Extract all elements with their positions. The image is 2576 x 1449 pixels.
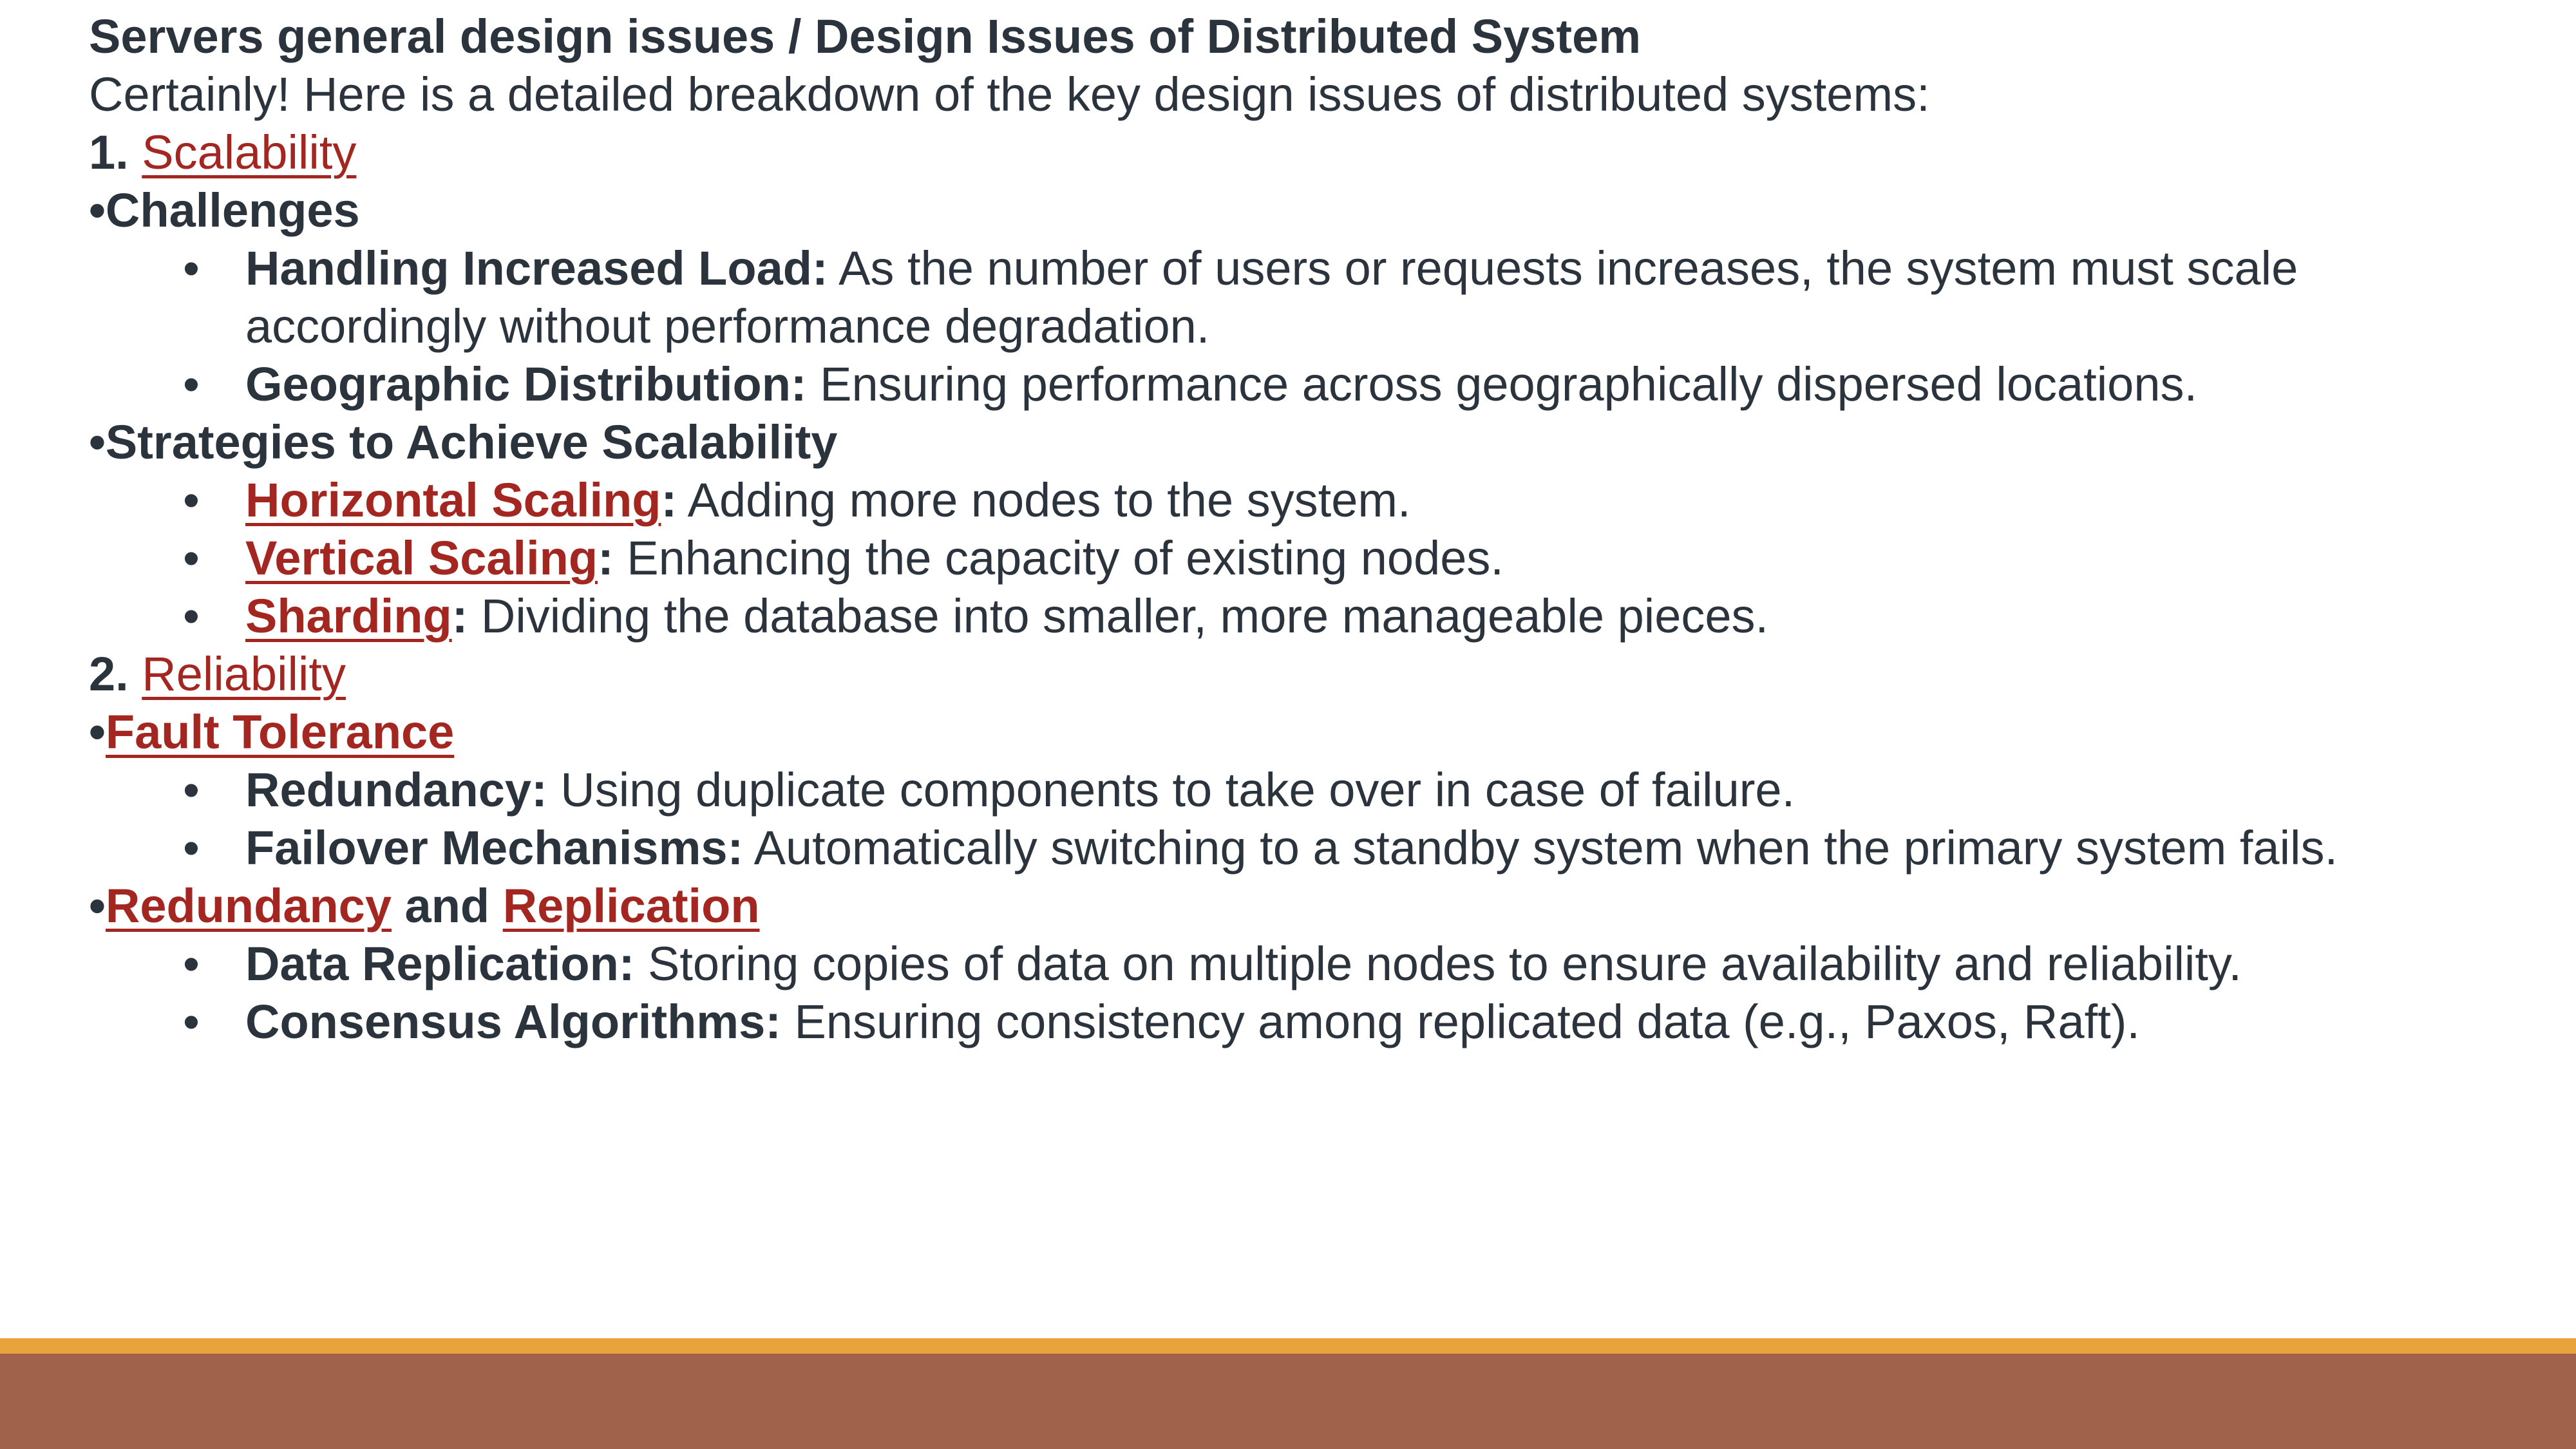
item-colon: : [451, 589, 468, 643]
footer-accent-stripe [0, 1338, 2576, 1354]
bullet: • [183, 589, 200, 643]
fault-tolerance-heading: •Fault Tolerance [89, 703, 2536, 761]
item-text: Enhancing the capacity of existing nodes… [613, 531, 1504, 585]
list-item: • Sharding: Dividing the database into sm… [89, 587, 2536, 645]
item-text: Automatically switching to a standby sys… [743, 821, 2338, 875]
bullet: • [89, 705, 106, 759]
horizontal-scaling-link[interactable]: Horizontal Scaling [245, 473, 661, 527]
list-item: • Consensus Algorithms: Ensuring consiste… [89, 993, 2536, 1051]
challenges-label: Challenges [105, 184, 360, 237]
list-item: • Vertical Scaling: Enhancing the capacit… [89, 529, 2536, 587]
item-term: Geographic Distribution: [245, 357, 807, 411]
item-term: Failover Mechanisms: [245, 821, 744, 875]
item-text: Storing copies of data on multiple nodes… [634, 937, 2242, 990]
list-item: • Geographic Distribution: Ensuring perfo… [89, 355, 2536, 413]
footer-bar [0, 1354, 2576, 1449]
connector-text: and [392, 879, 503, 933]
bullet: • [89, 415, 106, 469]
item-text: Adding more nodes to the system. [677, 473, 1411, 527]
bullet: • [89, 879, 106, 933]
slide-content: Servers general design issues / Design I… [89, 8, 2536, 1051]
list-item: • Data Replication: Storing copies of dat… [89, 935, 2536, 993]
page-title: Servers general design issues / Design I… [89, 10, 1642, 63]
list-item: • Failover Mechanisms: Automatically swit… [89, 819, 2536, 877]
scalability-link[interactable]: Scalability [142, 126, 356, 179]
bullet: • [183, 473, 200, 527]
item-term: Data Replication: [245, 937, 635, 990]
list-item: • Handling Increased Load: As the number … [89, 240, 2536, 355]
redundancy-replication-heading: •Redundancy and Replication [89, 877, 2536, 935]
reliability-link[interactable]: Reliability [142, 647, 346, 701]
section-heading-scalability: 1. Scalability [89, 124, 2536, 182]
bullet: • [183, 357, 200, 411]
item-text: Using duplicate components to take over … [547, 763, 1795, 817]
redundancy-link[interactable]: Redundancy [106, 879, 392, 933]
challenges-heading: •Challenges [89, 182, 2536, 240]
replication-link[interactable]: Replication [503, 879, 760, 933]
bullet: • [183, 821, 200, 875]
item-text: Ensuring consistency among replicated da… [781, 995, 2140, 1048]
list-item: • Horizontal Scaling: Adding more nodes t… [89, 471, 2536, 529]
bullet: • [183, 995, 200, 1048]
strategies-heading: •Strategies to Achieve Scalability [89, 413, 2536, 471]
item-term: Redundancy: [245, 763, 547, 817]
section-number: 1. [89, 126, 129, 179]
bullet: • [183, 531, 200, 585]
section-heading-reliability: 2. Reliability [89, 645, 2536, 703]
sharding-link[interactable]: Sharding [245, 589, 452, 643]
item-colon: : [598, 531, 614, 585]
item-text: Ensuring performance across geographical… [806, 357, 2198, 411]
bullet: • [183, 937, 200, 990]
item-colon: : [661, 473, 677, 527]
item-term: Handling Increased Load: [245, 242, 828, 295]
fault-tolerance-link[interactable]: Fault Tolerance [106, 705, 454, 759]
list-item: • Redundancy: Using duplicate components … [89, 761, 2536, 819]
intro-text: Certainly! Here is a detailed breakdown … [89, 68, 1930, 121]
bullet: • [183, 242, 200, 295]
vertical-scaling-link[interactable]: Vertical Scaling [245, 531, 598, 585]
item-text: Dividing the database into smaller, more… [468, 589, 1769, 643]
bullet: • [183, 763, 200, 817]
bullet: • [89, 184, 106, 237]
item-term: Consensus Algorithms: [245, 995, 781, 1048]
section-number: 2. [89, 647, 129, 701]
strategies-label: Strategies to Achieve Scalability [105, 415, 838, 469]
